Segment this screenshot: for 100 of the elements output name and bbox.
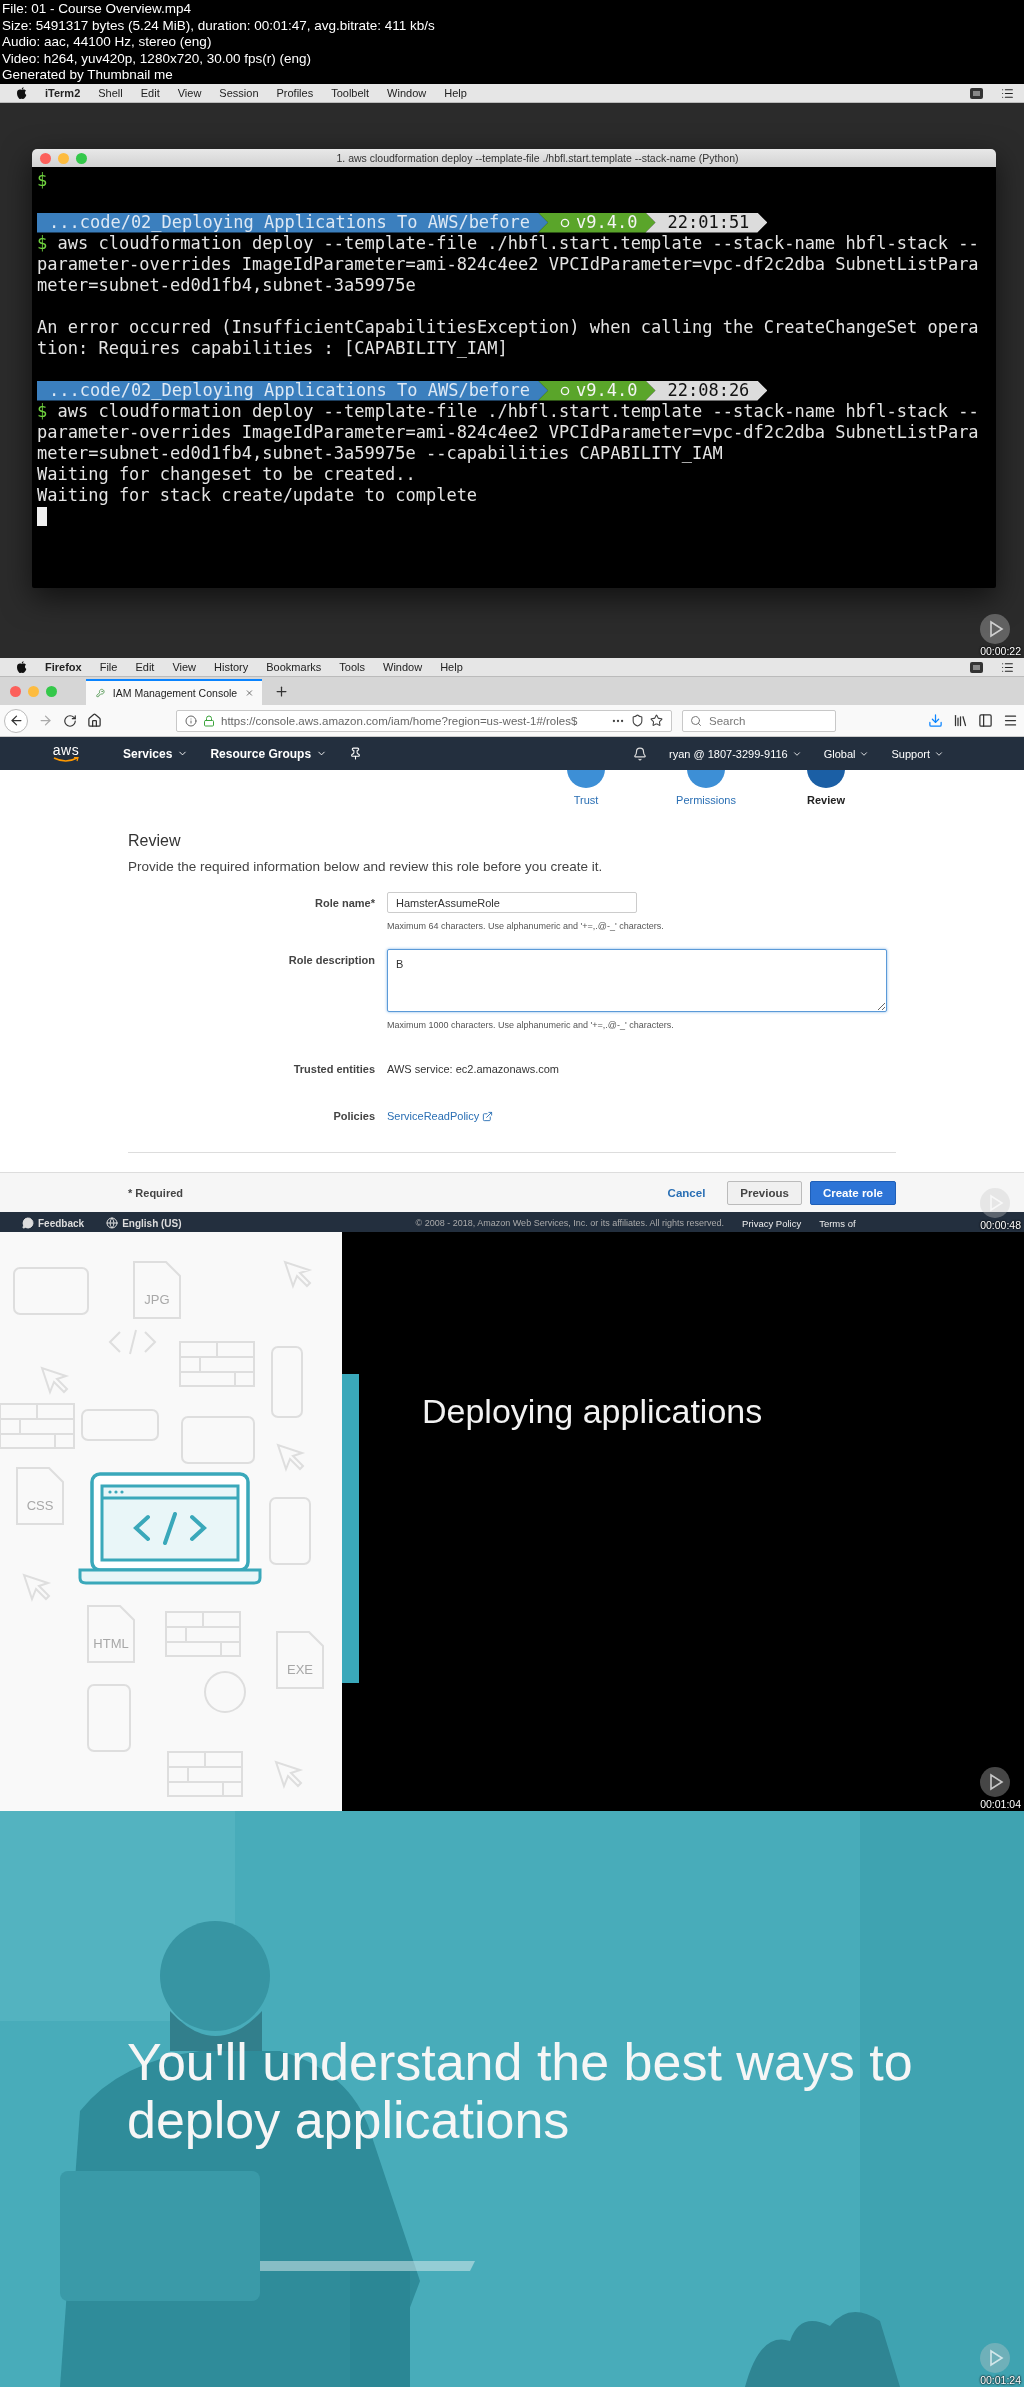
speech-bubble-icon[interactable] [22,1217,34,1229]
back-button[interactable] [4,708,28,733]
menu-item[interactable]: File [99,661,118,673]
cancel-link[interactable]: Cancel [655,1180,718,1205]
terminal-cursor [37,507,47,526]
browser-tab[interactable]: IAM Management Console [86,679,262,705]
field-value: AWS service: ec2.amazonaws.com [387,1063,559,1075]
terminal-output: parameter-overrides ImageIdParameter=ami-824c4ee2 VPCIdParameter=vpc-df2c2dba SubnetListPara [37,254,979,275]
play-icon[interactable] [980,1188,1010,1218]
nav-menu[interactable]: Global [823,747,870,760]
menu-item[interactable]: Profiles [276,87,314,99]
role-description-field[interactable]: B [387,949,887,1012]
terminal-output: parameter-overrides ImageIdParameter=ami-824c4ee2 VPCIdParameter=vpc-df2c2dba SubnetListPara [37,422,979,443]
footer-link[interactable]: Privacy Policy [742,1217,802,1229]
prompt-symbol: $ [37,233,48,254]
external-link-icon [482,1110,494,1122]
previous-button[interactable]: Previous [727,1180,802,1205]
policy-link[interactable]: ServiceReadPolicy [387,1110,494,1122]
menu-item[interactable]: Help [444,87,467,99]
file-type-label: CSS [26,1498,54,1513]
menu-icon[interactable] [1003,713,1018,728]
prompt-symbol: $ [37,401,48,422]
menu-item[interactable]: Session [219,87,259,99]
file-info-line: File: 01 - Course Overview.mp4 [2,1,192,18]
footer-link[interactable]: Terms of [819,1217,856,1229]
feedback-link[interactable]: Feedback [22,1217,85,1229]
role-name-field[interactable]: HamsterAssumeRole [387,892,637,913]
menu-item[interactable]: Edit [135,661,155,673]
nav-menu[interactable]: Support [891,747,944,760]
step-label[interactable]: Review [807,794,845,806]
terminal-output: meter=subnet-ed0d1fb4,subnet-3a59975e --capabilities CAPABILITY_IAM [37,443,723,464]
bell-icon[interactable] [633,746,648,761]
shield-icon[interactable] [631,714,644,727]
file-info-line: Video: h264, yuv420p, 1280x720, 30.00 fps(r) (eng) [2,50,311,67]
time-segment: 22:01:51 [645,212,768,233]
terminal-output: Waiting for stack create/update to complete [37,485,478,506]
list-icon[interactable] [1001,86,1014,100]
field-label: Trusted entities [293,1063,375,1075]
apple-icon[interactable] [16,660,27,674]
section-heading: Review [128,832,181,850]
menu-app-name[interactable]: iTerm2 [45,87,81,99]
menu-app-name[interactable]: Firefox [45,661,82,673]
play-icon[interactable] [980,614,1010,644]
prompt-symbol: $ [37,170,48,191]
menu-item[interactable]: Bookmarks [266,661,322,673]
pin-icon[interactable] [349,747,363,760]
node-icon [560,385,571,396]
sidebar-icon[interactable] [978,713,993,728]
apple-icon[interactable] [16,86,27,100]
terminal-output: An error occurred (InsufficientCapabilitiesException) when calling the CreateChangeSet opera [37,317,979,338]
library-icon[interactable] [953,713,968,728]
nav-menu[interactable]: ryan @ 1807-3299-9116 [669,747,802,760]
menu-item[interactable]: Tools [339,661,365,673]
step-label[interactable]: Trust [573,794,599,806]
url-field[interactable]: https://console.aws.amazon.com/iam/home?region=us-west-1#/roles$ [176,709,672,732]
home-icon[interactable] [87,713,102,728]
menu-item[interactable]: Shell [98,87,123,99]
language-selector[interactable]: English (US) [106,1217,182,1229]
menu-item[interactable]: View [172,661,197,673]
menu-item[interactable]: History [214,661,249,673]
required-note: * Required [128,1186,184,1199]
copyright-text: © 2008 - 2018, Amazon Web Services, Inc. or its affiliates. All rights reserved. [415,1218,725,1228]
list-icon[interactable] [1001,660,1014,674]
menu-item[interactable]: Window [383,661,423,673]
file-info-line: Audio: aac, 44100 Hz, stereo (eng) [2,34,212,51]
file-info-line: Generated by Thumbnail me [2,67,173,84]
new-tab-icon[interactable] [274,683,289,699]
star-icon[interactable] [650,714,663,727]
reload-icon[interactable] [63,713,77,728]
search-field[interactable]: Search [682,709,836,732]
menu-item[interactable]: Help [440,661,463,673]
nav-menu[interactable]: Resource Groups [210,746,328,761]
intro-text: Provide the required information below and review this role before you create it. [128,859,603,874]
command-text: aws cloudformation deploy --template-file ./hbfl.start.template --stack-name hbfl-stack -- [57,233,979,254]
menu-item[interactable]: Edit [140,87,160,99]
status-icon[interactable] [970,661,983,673]
timestamp: 00:00:22 [980,645,1021,657]
aws-logo[interactable]: aws [49,744,83,763]
play-icon[interactable] [980,1767,1010,1797]
time-segment: 22:08:26 [645,380,768,401]
field-hint: Maximum 1000 characters. Use alphanumeric and '+=,.@-_' characters. [387,1020,674,1030]
timestamp: 00:00:48 [980,1219,1021,1231]
field-label: Role description [288,954,375,966]
file-info-line: Size: 5491317 bytes (5.24 MiB), duration: 00:01:47, avg.bitrate: 411 kb/s [2,17,435,34]
code-laptop-icon [78,1472,262,1586]
terminal-output: Waiting for changeset to be created.. [37,464,416,485]
window-title: 1. aws cloudformation deploy --template-file ./hbfl.start.template --stack-name (Python) [335,152,740,164]
create-button[interactable]: Create role [809,1180,896,1205]
path-segment: ...code/02_Deploying Applications To AWS/before [37,380,549,401]
menu-item[interactable]: View [177,87,202,99]
info-icon [185,714,197,727]
status-icon[interactable] [970,87,983,99]
globe-icon[interactable] [106,1217,119,1229]
field-hint: Maximum 64 characters. Use alphanumeric and '+=,.@-_' characters. [387,921,664,931]
step-label[interactable]: Permissions [676,794,736,806]
menu-item[interactable]: Toolbelt [331,87,370,99]
menu-item[interactable]: Window [387,87,427,99]
nav-menu[interactable]: Services [123,746,189,761]
download-icon[interactable] [928,713,943,728]
node-icon [560,217,571,228]
